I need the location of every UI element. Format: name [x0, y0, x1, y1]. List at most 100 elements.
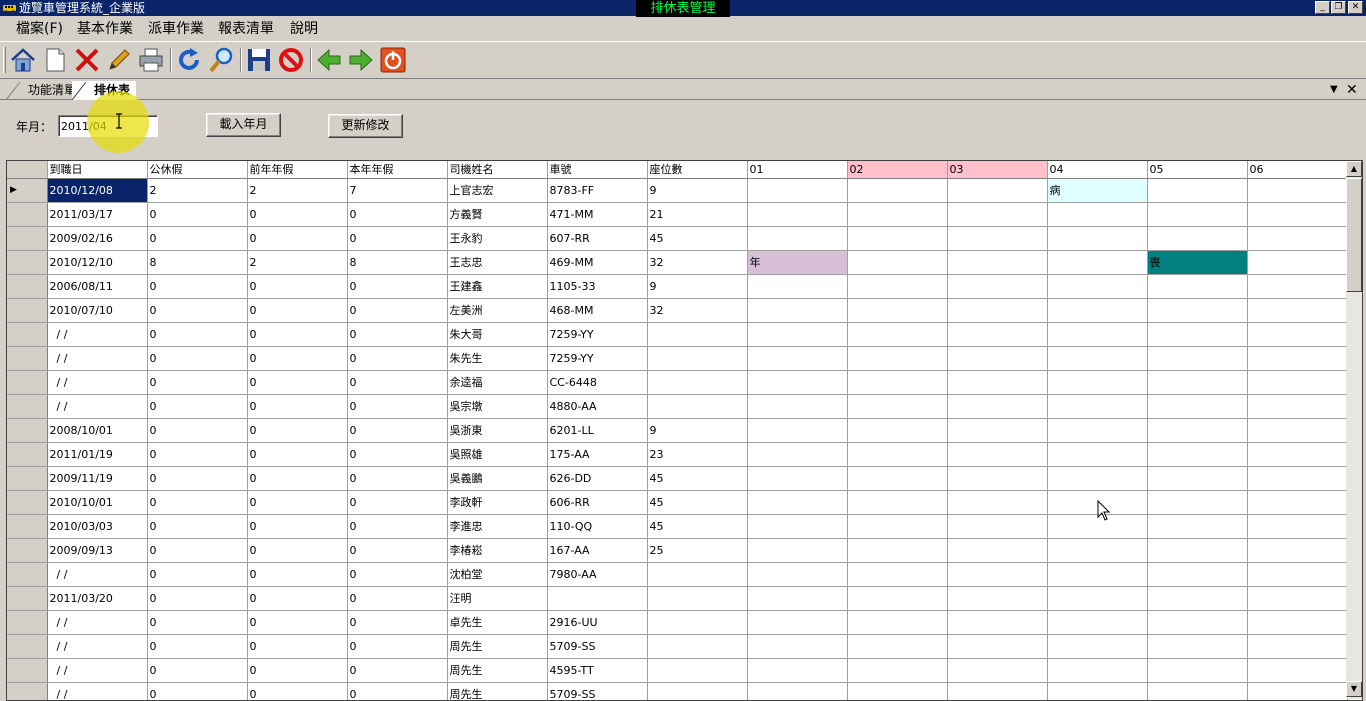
row-selector[interactable]	[7, 370, 48, 395]
tab-dropdown-icon[interactable]: ▼	[1330, 81, 1338, 99]
seat-count-cell[interactable]	[647, 322, 748, 347]
day-01-cell[interactable]	[747, 274, 848, 299]
day-03-cell[interactable]	[947, 394, 1048, 419]
table-row[interactable]: / /0 0 0 周先生 5709-SS	[7, 634, 1348, 659]
day-06-cell[interactable]	[1247, 658, 1348, 683]
edit-button[interactable]	[104, 45, 134, 75]
hire-date-cell[interactable]: / /	[47, 370, 148, 395]
row-selector[interactable]	[7, 250, 48, 275]
public-leave-cell[interactable]: 0	[147, 658, 248, 683]
seat-count-cell[interactable]	[647, 346, 748, 371]
seat-count-cell[interactable]: 45	[647, 466, 748, 491]
seat-count-cell[interactable]	[647, 682, 748, 700]
hire-date-cell[interactable]: / /	[47, 658, 148, 683]
prev-year-leave-cell[interactable]: 0	[247, 418, 348, 443]
day-06-cell[interactable]	[1247, 226, 1348, 251]
plate-number-cell[interactable]: 1105-33	[547, 274, 648, 299]
day-03-cell[interactable]	[947, 202, 1048, 227]
day-02-cell[interactable]	[847, 202, 948, 227]
back-button[interactable]	[314, 45, 344, 75]
day-03-cell[interactable]	[947, 586, 1048, 611]
curr-year-leave-cell[interactable]: 0	[347, 586, 448, 611]
hire-date-cell[interactable]: 2011/03/17	[47, 202, 148, 227]
public-leave-cell[interactable]: 0	[147, 466, 248, 491]
hire-date-cell[interactable]: / /	[47, 610, 148, 635]
menu-file[interactable]: 檔案(F)	[16, 21, 63, 37]
public-leave-cell[interactable]: 0	[147, 634, 248, 659]
day-03-cell[interactable]	[947, 178, 1048, 203]
day-03-cell[interactable]	[947, 562, 1048, 587]
day-02-cell[interactable]	[847, 586, 948, 611]
column-header[interactable]: 司機姓名	[447, 161, 548, 179]
hire-date-cell[interactable]: / /	[47, 394, 148, 419]
day-06-cell[interactable]	[1247, 682, 1348, 700]
table-row[interactable]: 2010/12/10 8 2 8 王志忠 469-MM 32 年喪	[7, 250, 1348, 275]
prev-year-leave-cell[interactable]: 0	[247, 610, 348, 635]
hire-date-cell[interactable]: 2010/12/08	[47, 178, 148, 203]
seat-count-cell[interactable]: 23	[647, 442, 748, 467]
prev-year-leave-cell[interactable]: 2	[247, 250, 348, 275]
day-01-cell[interactable]	[747, 586, 848, 611]
day-05-cell[interactable]	[1147, 586, 1248, 611]
row-selector[interactable]	[7, 322, 48, 347]
day-06-cell[interactable]	[1247, 418, 1348, 443]
save-button[interactable]	[244, 45, 274, 75]
day-03-cell[interactable]	[947, 226, 1048, 251]
year-month-input[interactable]	[58, 115, 158, 137]
day-03-cell[interactable]	[947, 322, 1048, 347]
prev-year-leave-cell[interactable]: 0	[247, 586, 348, 611]
driver-name-cell[interactable]: 吳浙東	[447, 418, 548, 443]
day-02-cell[interactable]	[847, 682, 948, 700]
day-05-cell[interactable]	[1147, 466, 1248, 491]
driver-name-cell[interactable]: 王永豹	[447, 226, 548, 251]
driver-name-cell[interactable]: 沈柏堂	[447, 562, 548, 587]
day-05-cell[interactable]	[1147, 682, 1248, 700]
day-01-cell[interactable]	[747, 226, 848, 251]
seat-count-cell[interactable]: 25	[647, 538, 748, 563]
day-06-cell[interactable]	[1247, 586, 1348, 611]
table-row[interactable]: 2010/07/10 0 0 0 左美洲 468-MM 32	[7, 298, 1348, 323]
hire-date-cell[interactable]: 2010/07/10	[47, 298, 148, 323]
day-04-cell[interactable]	[1047, 466, 1148, 491]
curr-year-leave-cell[interactable]: 7	[347, 178, 448, 203]
row-selector[interactable]	[7, 466, 48, 491]
curr-year-leave-cell[interactable]: 0	[347, 346, 448, 371]
public-leave-cell[interactable]: 0	[147, 370, 248, 395]
row-selector[interactable]	[7, 610, 48, 635]
row-selector[interactable]	[7, 634, 48, 659]
day-06-cell[interactable]	[1247, 370, 1348, 395]
curr-year-leave-cell[interactable]: 0	[347, 514, 448, 539]
vertical-scrollbar[interactable]: ▲ ▼	[1346, 161, 1362, 699]
row-selector[interactable]	[7, 562, 48, 587]
table-row[interactable]: / /0 0 0 卓先生 2916-UU	[7, 610, 1348, 635]
prev-year-leave-cell[interactable]: 0	[247, 442, 348, 467]
seat-count-cell[interactable]	[647, 562, 748, 587]
hire-date-cell[interactable]: 2010/12/10	[47, 250, 148, 275]
day-01-cell[interactable]	[747, 490, 848, 515]
menu-basic-operations[interactable]: 基本作業	[77, 21, 133, 37]
day-02-cell[interactable]	[847, 442, 948, 467]
day-05-cell[interactable]	[1147, 514, 1248, 539]
driver-name-cell[interactable]: 卓先生	[447, 610, 548, 635]
public-leave-cell[interactable]: 0	[147, 418, 248, 443]
day-02-cell[interactable]	[847, 394, 948, 419]
day-04-cell[interactable]	[1047, 202, 1148, 227]
hire-date-cell[interactable]: 2006/08/11	[47, 274, 148, 299]
seat-count-cell[interactable]: 32	[647, 298, 748, 323]
driver-name-cell[interactable]: 余逵福	[447, 370, 548, 395]
day-04-cell[interactable]	[1047, 610, 1148, 635]
table-row[interactable]: / /0 0 0 周先生 4595-TT	[7, 658, 1348, 683]
day-01-cell[interactable]	[747, 466, 848, 491]
prev-year-leave-cell[interactable]: 2	[247, 178, 348, 203]
day-05-cell[interactable]	[1147, 226, 1248, 251]
new-button[interactable]	[40, 45, 70, 75]
restore-button[interactable]: ❐	[1331, 1, 1346, 14]
day-04-cell[interactable]	[1047, 514, 1148, 539]
public-leave-cell[interactable]: 0	[147, 538, 248, 563]
curr-year-leave-cell[interactable]: 0	[347, 322, 448, 347]
row-selector[interactable]	[7, 346, 48, 371]
seat-count-cell[interactable]	[647, 658, 748, 683]
cancel-button[interactable]	[276, 45, 306, 75]
day-05-cell[interactable]	[1147, 610, 1248, 635]
column-header[interactable]: 座位數	[647, 161, 748, 179]
